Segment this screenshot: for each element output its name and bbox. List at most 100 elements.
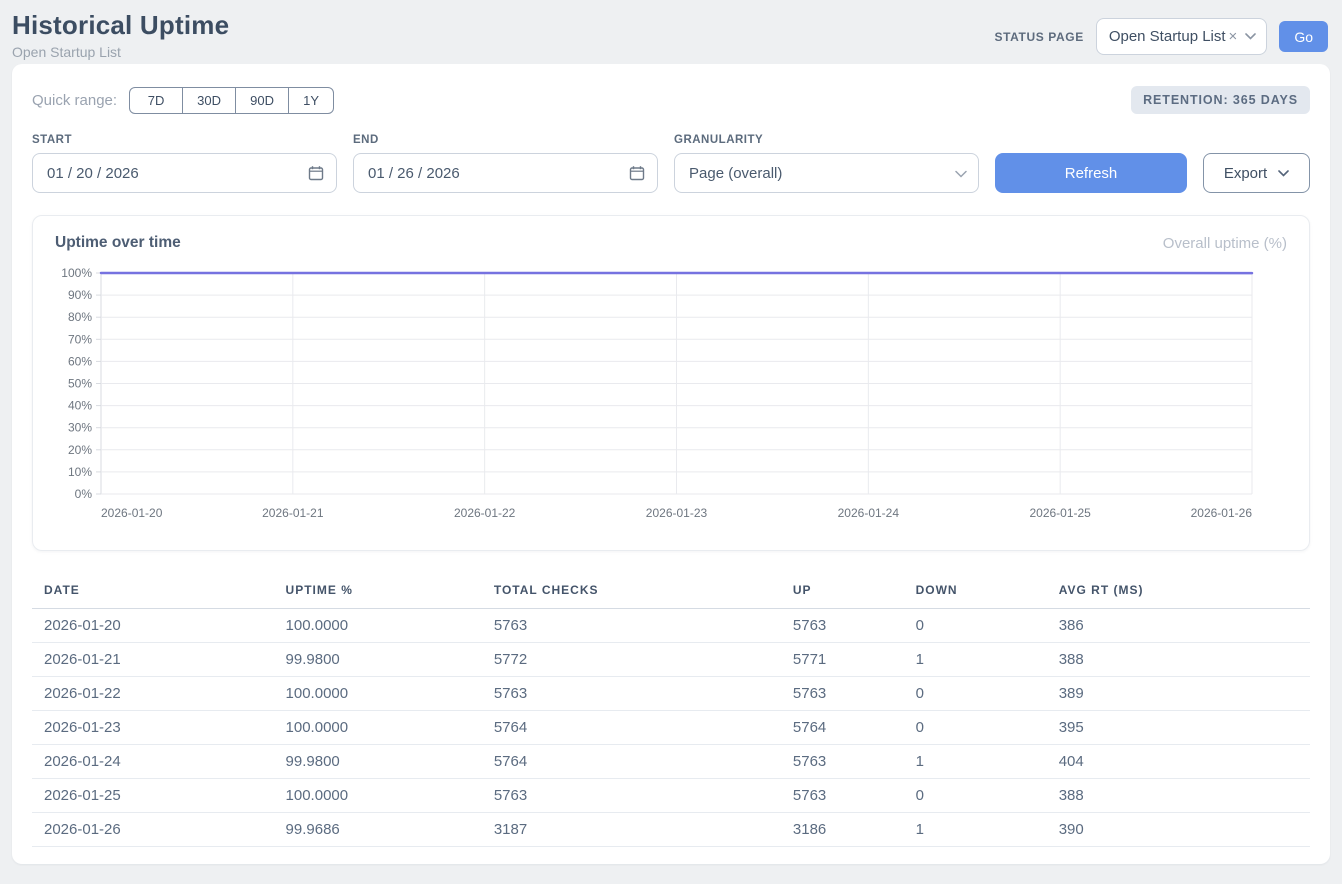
table-row: 2026-01-23 100.0000 5764 5764 0 395 — [32, 711, 1310, 745]
header-controls: STATUS PAGE Open Startup List × Go — [995, 18, 1328, 55]
cell-date: 2026-01-24 — [32, 745, 274, 779]
filter-row: START 01 / 20 / 2026 END 01 / 26 / 2026 … — [32, 134, 1310, 193]
calendar-icon[interactable] — [308, 165, 324, 181]
cell-avg-rt: 395 — [1047, 711, 1310, 745]
table-row: 2026-01-22 100.0000 5763 5763 0 389 — [32, 677, 1310, 711]
chevron-down-icon — [1245, 33, 1256, 40]
cell-uptime: 99.9686 — [274, 813, 482, 847]
cell-uptime: 100.0000 — [274, 711, 482, 745]
cell-total-checks: 5763 — [482, 677, 781, 711]
chart-legend-label: Overall uptime (%) — [1163, 235, 1287, 252]
svg-text:30%: 30% — [68, 421, 92, 435]
cell-date: 2026-01-26 — [32, 813, 274, 847]
cell-total-checks: 5772 — [482, 643, 781, 677]
cell-date: 2026-01-21 — [32, 643, 274, 677]
export-button[interactable]: Export — [1203, 153, 1310, 193]
cell-uptime: 99.9800 — [274, 745, 482, 779]
x-axis-label: 2026-01-24 — [838, 506, 900, 520]
table-header: DATE UPTIME % TOTAL CHECKS UP DOWN AVG R… — [32, 575, 1310, 609]
granularity-selected-value: Page (overall) — [689, 165, 782, 182]
cell-total-checks: 5764 — [482, 745, 781, 779]
main-panel: Quick range: 7D 30D 90D 1Y RETENTION: 36… — [12, 64, 1330, 864]
end-date-input[interactable]: 01 / 26 / 2026 — [353, 153, 658, 193]
cell-down: 1 — [904, 643, 1047, 677]
granularity-select[interactable]: Page (overall) — [674, 153, 979, 193]
cell-avg-rt: 389 — [1047, 677, 1310, 711]
column-header-avg-rt: AVG RT (MS) — [1047, 575, 1310, 609]
refresh-button[interactable]: Refresh — [995, 153, 1187, 193]
cell-down: 0 — [904, 779, 1047, 813]
page-title: Historical Uptime — [12, 10, 229, 41]
x-axis-label: 2026-01-20 — [101, 506, 163, 520]
end-date-field: END 01 / 26 / 2026 — [353, 134, 658, 193]
quick-range-90d-button[interactable]: 90D — [235, 87, 289, 114]
start-date-field: START 01 / 20 / 2026 — [32, 134, 337, 193]
quick-range-1y-button[interactable]: 1Y — [288, 87, 334, 114]
cell-up: 5763 — [781, 745, 904, 779]
uptime-table: DATE UPTIME % TOTAL CHECKS UP DOWN AVG R… — [32, 575, 1310, 847]
svg-text:20%: 20% — [68, 443, 92, 457]
cell-date: 2026-01-22 — [32, 677, 274, 711]
page-header: Historical Uptime Open Startup List STAT… — [0, 0, 1342, 64]
cell-total-checks: 5764 — [482, 711, 781, 745]
x-axis-label: 2026-01-21 — [262, 506, 324, 520]
svg-text:50%: 50% — [68, 377, 92, 391]
clear-selection-icon[interactable]: × — [1229, 28, 1238, 45]
start-date-value: 01 / 20 / 2026 — [47, 165, 139, 182]
cell-uptime: 100.0000 — [274, 779, 482, 813]
svg-text:40%: 40% — [68, 399, 92, 413]
cell-date: 2026-01-25 — [32, 779, 274, 813]
quick-range-buttons: 7D 30D 90D 1Y — [129, 87, 334, 114]
x-axis-label: 2026-01-25 — [1029, 506, 1091, 520]
chart-title: Uptime over time — [55, 234, 181, 252]
page-subtitle: Open Startup List — [12, 44, 229, 60]
table-row: 2026-01-24 99.9800 5764 5763 1 404 — [32, 745, 1310, 779]
cell-down: 0 — [904, 711, 1047, 745]
svg-text:80%: 80% — [68, 310, 92, 324]
svg-text:100%: 100% — [61, 266, 92, 280]
retention-badge: RETENTION: 365 DAYS — [1131, 86, 1310, 114]
column-header-total-checks: TOTAL CHECKS — [482, 575, 781, 609]
chevron-down-icon — [1278, 170, 1289, 177]
status-page-label: STATUS PAGE — [995, 30, 1084, 44]
cell-avg-rt: 388 — [1047, 779, 1310, 813]
table-row: 2026-01-20 100.0000 5763 5763 0 386 — [32, 609, 1310, 643]
cell-up: 5763 — [781, 609, 904, 643]
cell-up: 5763 — [781, 677, 904, 711]
cell-uptime: 99.9800 — [274, 643, 482, 677]
svg-text:0%: 0% — [75, 487, 93, 501]
cell-total-checks: 5763 — [482, 779, 781, 813]
cell-up: 5771 — [781, 643, 904, 677]
cell-total-checks: 3187 — [482, 813, 781, 847]
end-date-label: END — [353, 134, 658, 146]
column-header-uptime: UPTIME % — [274, 575, 482, 609]
quick-range-30d-button[interactable]: 30D — [182, 87, 236, 114]
quick-range-group: Quick range: 7D 30D 90D 1Y — [32, 87, 334, 114]
x-axis-label: 2026-01-23 — [646, 506, 708, 520]
cell-avg-rt: 388 — [1047, 643, 1310, 677]
status-page-select[interactable]: Open Startup List × — [1096, 18, 1268, 55]
column-header-up: UP — [781, 575, 904, 609]
calendar-icon[interactable] — [629, 165, 645, 181]
granularity-label: GRANULARITY — [674, 134, 979, 146]
start-date-input[interactable]: 01 / 20 / 2026 — [32, 153, 337, 193]
svg-text:10%: 10% — [68, 465, 92, 479]
cell-avg-rt: 386 — [1047, 609, 1310, 643]
svg-text:90%: 90% — [68, 288, 92, 302]
chevron-down-icon — [955, 170, 966, 177]
quick-range-row: Quick range: 7D 30D 90D 1Y RETENTION: 36… — [32, 86, 1310, 114]
x-axis-label: 2026-01-22 — [454, 506, 516, 520]
x-axis-label: 2026-01-26 — [1191, 506, 1253, 520]
quick-range-7d-button[interactable]: 7D — [129, 87, 183, 114]
cell-uptime: 100.0000 — [274, 609, 482, 643]
uptime-chart-card: Uptime over time Overall uptime (%) 0% 10… — [32, 215, 1310, 551]
go-button[interactable]: Go — [1279, 21, 1328, 52]
cell-date: 2026-01-20 — [32, 609, 274, 643]
granularity-field: GRANULARITY Page (overall) — [674, 134, 979, 193]
quick-range-label: Quick range: — [32, 92, 117, 109]
cell-up: 3186 — [781, 813, 904, 847]
table-row: 2026-01-26 99.9686 3187 3186 1 390 — [32, 813, 1310, 847]
cell-down: 0 — [904, 677, 1047, 711]
svg-text:70%: 70% — [68, 332, 92, 346]
cell-down: 1 — [904, 745, 1047, 779]
